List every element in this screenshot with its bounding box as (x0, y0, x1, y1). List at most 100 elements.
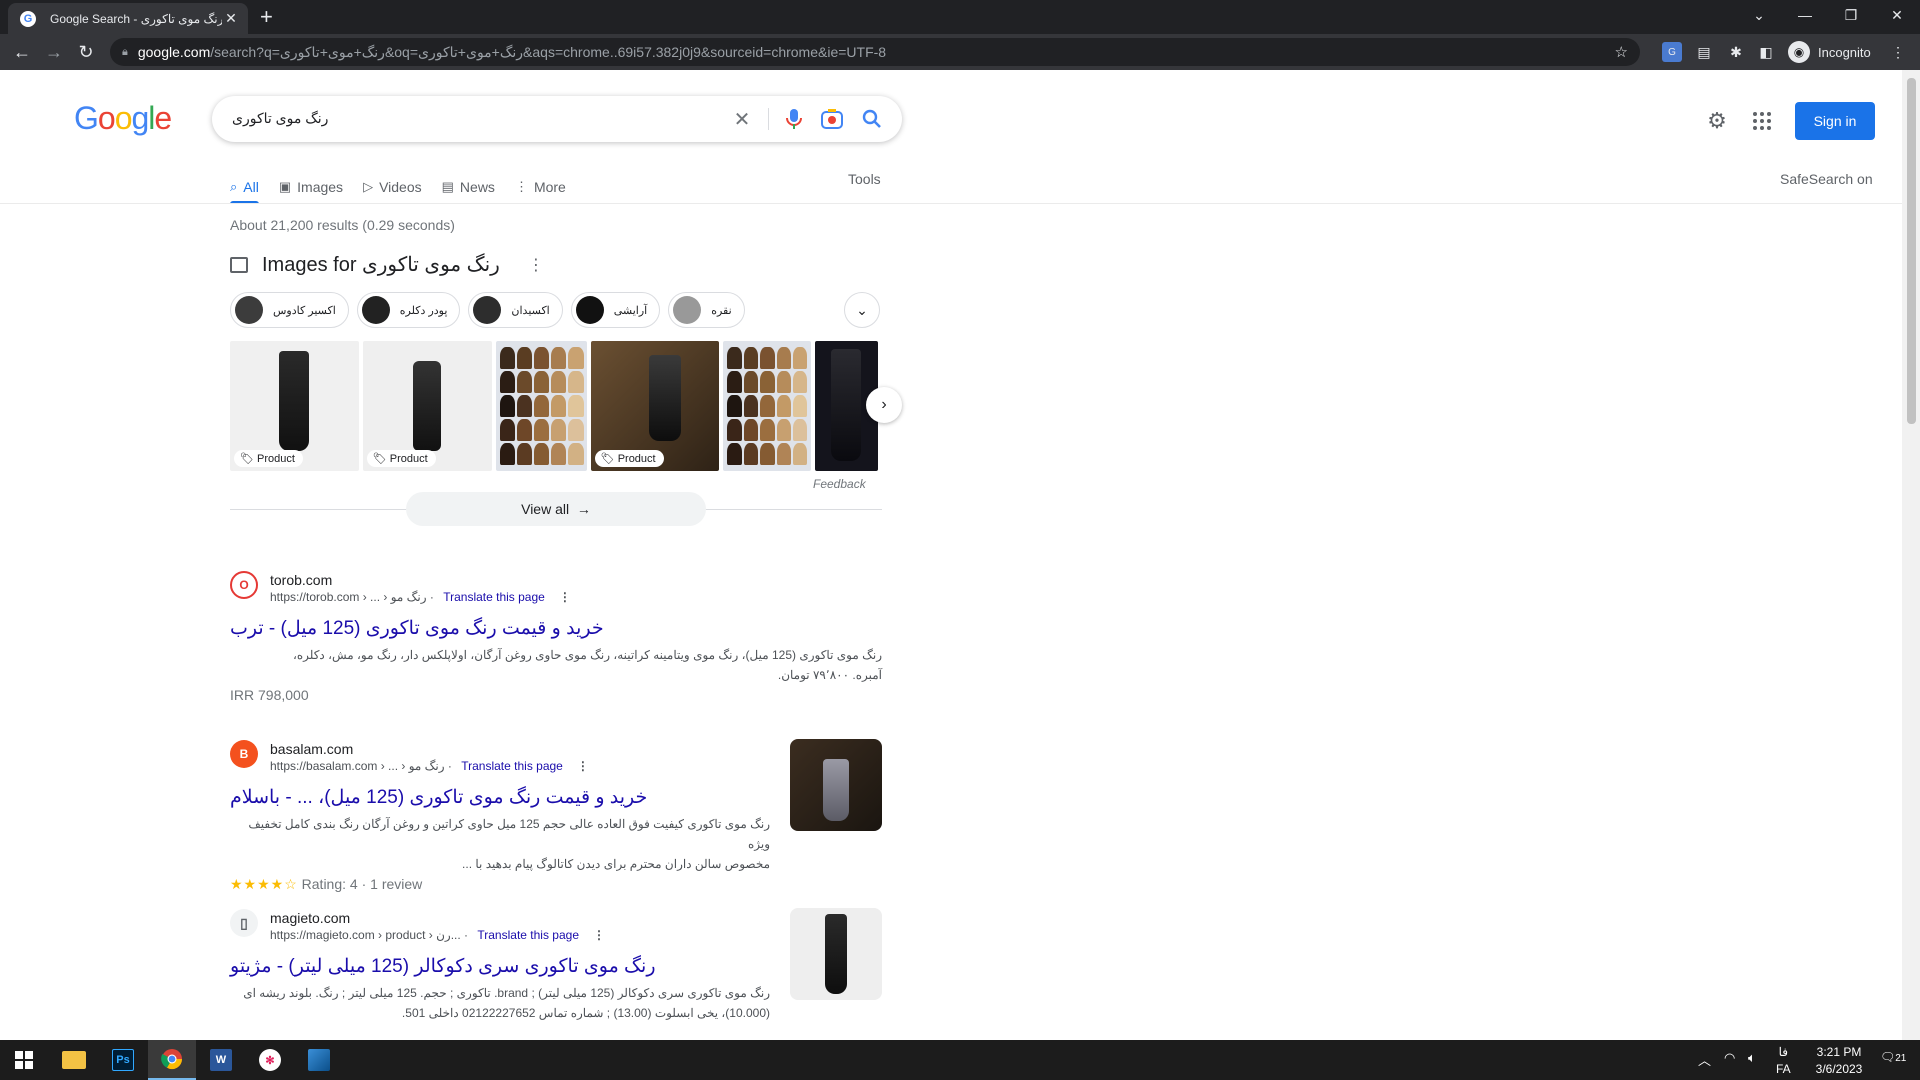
google-favicon-icon: G (20, 10, 36, 27)
image-result[interactable] (723, 341, 811, 471)
result-snippet: رنگ موی تاکوری (125 میل)، رنگ موی ویتامی… (292, 648, 882, 662)
result-url: https://basalam.com › ... › رنگ مو · Tra… (270, 759, 589, 773)
search-result: ▯ magieto.com https://magieto.com › prod… (230, 908, 882, 1023)
more-vert-icon[interactable]: ⋮ (577, 759, 589, 773)
translate-link[interactable]: Translate this page (443, 590, 545, 604)
tab-all[interactable]: ⌕ All (230, 170, 259, 204)
settings-gear-icon[interactable]: ⚙ (1704, 108, 1730, 134)
feedback-link[interactable]: Feedback (813, 477, 866, 491)
side-panel-icon[interactable]: ◧ (1756, 42, 1776, 62)
camera-lens-icon[interactable] (820, 107, 844, 131)
more-vert-icon[interactable]: ⋮ (559, 590, 571, 604)
chip-label: نقره (711, 304, 732, 317)
result-thumbnail[interactable] (790, 739, 882, 831)
chip[interactable]: پودر دکلره (356, 292, 461, 328)
chip[interactable]: آرایشی (570, 292, 661, 328)
view-all-button[interactable]: View all → (406, 492, 706, 526)
images-heading-text: Images for رنگ موی تاکوری (262, 254, 500, 276)
chip-label: اکسیدان (511, 304, 550, 317)
notifications-icon[interactable]: 🗨︎21 (1880, 1050, 1906, 1064)
tab-more-label: More (533, 179, 566, 195)
chip[interactable]: اکسیدان (468, 292, 563, 328)
lock-icon[interactable]: 🔒︎ (122, 46, 128, 59)
more-vert-icon[interactable]: ⋮ (528, 255, 544, 275)
chevron-right-icon[interactable]: › (866, 387, 902, 423)
forward-icon[interactable]: → (42, 40, 66, 64)
translate-link[interactable]: Translate this page (461, 759, 563, 773)
search-divider (768, 108, 769, 130)
chip[interactable]: نقره (668, 292, 745, 328)
product-photo (413, 361, 442, 451)
clock-date: 3/6/2023 (1815, 1062, 1863, 1076)
image-result[interactable]: 🏷︎ Product (590, 341, 720, 471)
tab-all-label: All (243, 179, 259, 195)
result-title-link[interactable]: رنگ موی تاکوری سری دکوکالر (125 میلی لیت… (230, 955, 770, 979)
result-site-name[interactable]: magieto.com (270, 909, 605, 927)
volume-muted-icon[interactable]: 🔈︎ (1748, 1050, 1756, 1066)
address-bar[interactable]: 🔒︎ google.com/search?q=رنگ+موی+تاکوری&oq… (110, 38, 1640, 66)
chevron-down-icon[interactable]: ⌄ (844, 292, 880, 328)
close-tab-icon[interactable]: ✕ (222, 10, 240, 27)
image-result[interactable]: 🏷︎ Product (230, 341, 359, 471)
scrollbar-thumb[interactable] (1907, 78, 1916, 424)
result-title-link[interactable]: خرید و قیمت رنگ موی تاکوری (125 میل)، ..… (230, 786, 770, 810)
tab-more[interactable]: ⋮ More (515, 170, 566, 204)
photoshop-icon[interactable]: Ps (99, 1040, 147, 1080)
tab-news[interactable]: ▤ News (442, 170, 495, 204)
image-result[interactable]: 🏷︎ Product (362, 341, 492, 471)
input-language[interactable]: فا FA (1776, 1044, 1791, 1078)
tab-images[interactable]: ▣ Images (279, 170, 343, 204)
windows-start-icon[interactable] (0, 1040, 48, 1080)
clear-icon[interactable]: ✕ (730, 107, 754, 131)
result-site-name[interactable]: basalam.com (270, 740, 589, 758)
reload-icon[interactable]: ↻ (74, 40, 98, 64)
slack-icon[interactable]: ✻ (246, 1040, 294, 1080)
browser-tab[interactable]: G Google Search - رنگ موی تاکوری ✕ (8, 3, 248, 34)
bookmark-star-icon[interactable]: ☆ (1615, 43, 1628, 61)
back-icon[interactable]: ← (10, 40, 34, 64)
result-site-name[interactable]: torob.com (270, 571, 571, 589)
file-explorer-icon[interactable] (50, 1040, 98, 1080)
close-window-icon[interactable]: ✕ (1874, 0, 1920, 30)
photos-icon[interactable] (295, 1040, 343, 1080)
result-title-link[interactable]: خرید و قیمت رنگ موی تاکوری (125 میل) - ت… (230, 617, 882, 641)
news-icon: ▤ (441, 179, 454, 194)
chevron-up-icon[interactable]: ︿ (1698, 1050, 1711, 1069)
new-tab-icon[interactable]: + (260, 6, 273, 28)
image-icon: ▣ (278, 179, 292, 194)
result-price: IRR 798,000 (230, 687, 309, 703)
image-result[interactable] (495, 341, 587, 471)
search-icon[interactable] (860, 107, 884, 131)
more-vert-icon[interactable]: ⋮ (593, 928, 605, 942)
translate-link[interactable]: Translate this page (477, 928, 579, 942)
safesearch-toggle[interactable]: SafeSearch on (1780, 171, 1873, 187)
chip[interactable]: اکسیر کادوس (230, 292, 349, 328)
restore-icon[interactable]: ❐ (1828, 0, 1874, 30)
product-photo (823, 759, 849, 821)
chrome-menu-icon[interactable]: ⋮ (1888, 42, 1908, 62)
minimize-icon[interactable]: — (1782, 0, 1828, 30)
result-thumbnail[interactable] (790, 908, 882, 1000)
extension-icon[interactable]: ▤ (1694, 42, 1714, 62)
search-result: O torob.com https://torob.com › ... › رن… (230, 571, 882, 703)
chip-thumbnail (473, 296, 502, 324)
chrome-taskbar-icon[interactable] (148, 1040, 196, 1080)
chip-thumbnail (235, 296, 263, 324)
google-apps-icon[interactable] (1750, 109, 1774, 133)
result-rating: ★★★★☆ Rating: 4 · 1 review (230, 876, 423, 892)
puzzle-extensions-icon[interactable]: ✱ (1726, 42, 1746, 62)
translate-extension-icon[interactable]: G (1662, 42, 1682, 62)
tools-button[interactable]: Tools (848, 171, 881, 187)
search-input[interactable]: رنگ موی تاکوری (232, 110, 328, 127)
wifi-icon[interactable]: ◠ (1724, 1050, 1735, 1066)
product-tag: 🏷︎ Product (234, 450, 303, 467)
google-logo[interactable]: Google (74, 100, 172, 137)
incognito-profile[interactable]: ◉ Incognito (1788, 40, 1871, 64)
system-clock[interactable]: 3:21 PM 3/6/2023 (1804, 1044, 1874, 1078)
word-icon[interactable]: W (197, 1040, 245, 1080)
microphone-icon[interactable] (782, 107, 806, 131)
sign-in-button[interactable]: Sign in (1795, 102, 1875, 140)
tab-videos[interactable]: ▷ Videos (363, 170, 422, 204)
tab-search-icon[interactable]: ⌄ (1736, 0, 1782, 30)
search-box[interactable]: رنگ موی تاکوری ✕ (212, 96, 902, 142)
